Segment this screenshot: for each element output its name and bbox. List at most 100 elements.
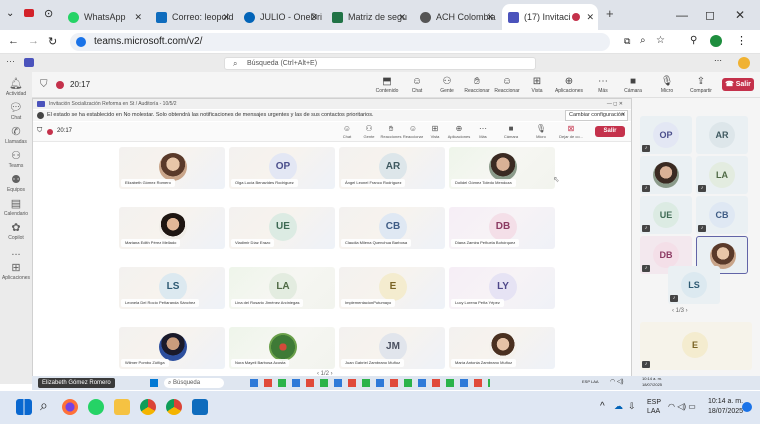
participant-tile[interactable]: Elizabeth Gómez Romero <box>119 147 225 189</box>
lang-region[interactable]: LAA <box>647 408 660 415</box>
minimize-button[interactable]: — <box>676 8 688 22</box>
user-avatar[interactable] <box>738 57 750 69</box>
toolbar-people[interactable]: ⚇ Gente <box>432 75 462 94</box>
maximize-button[interactable]: ◻ <box>705 8 715 22</box>
side-tile[interactable]: OP ♪ <box>640 116 692 154</box>
search-icon[interactable]: ⌕ <box>40 397 48 414</box>
profile-avatar[interactable] <box>710 35 722 47</box>
participant-tile[interactable]: LY Lucy Lorena Peña Yépez <box>449 267 555 309</box>
participant-tile[interactable]: DB Diana Zamira Peñuela Bohórquez <box>449 207 555 249</box>
remote-search-box[interactable]: ⌕ Búsqueda <box>164 378 224 388</box>
close-icon[interactable]: ✕ <box>134 4 142 30</box>
rail-item-calls[interactable]: ✆ Llamadas <box>0 126 32 145</box>
toolbar-react[interactable]: ☺ Reaccionar <box>492 75 522 94</box>
participant-tile[interactable]: Wilmer Pombo Zúñiga <box>119 327 225 369</box>
forward-icon[interactable]: → <box>28 35 39 47</box>
rail-item-copilot[interactable]: ✿ Copilot <box>0 222 32 241</box>
rail-item-groups[interactable]: ⚉ Equipos <box>0 174 32 193</box>
toolbar-content[interactable]: ⬒ Contenido <box>372 75 402 94</box>
clock-time[interactable]: 10:14 a. m. <box>708 398 743 405</box>
participant-tile[interactable]: OP Olga Lucía Benavides Rodríguez <box>229 147 335 189</box>
close-icon[interactable]: ✕ <box>310 4 318 30</box>
menu-icon[interactable]: ⋮ <box>736 34 747 47</box>
toolbar-raise-hand[interactable]: ✋︎ Reaccionar <box>462 75 492 94</box>
bookmark-star-icon[interactable]: ☆ <box>656 35 665 46</box>
close-icon[interactable]: ✕ <box>398 4 406 30</box>
tab-outlook[interactable]: Correo: leopold ✕ <box>150 4 234 30</box>
tab-onedrive[interactable]: JULIO - OneDri ✕ <box>238 4 322 30</box>
side-pager[interactable]: ‹ 1/3 › <box>672 308 688 314</box>
close-icon[interactable]: ✕ <box>222 4 230 30</box>
side-tile[interactable]: ♪ <box>640 156 692 194</box>
tab-teams-invitation[interactable]: (17) Invitaci ✕ <box>502 4 598 30</box>
more-options-icon[interactable]: ⋯ <box>714 56 722 65</box>
toolbar-mic[interactable]: 🎙︎ Micro <box>652 75 682 94</box>
tab-search-icon[interactable]: ⌄ <box>6 8 14 19</box>
chrome-profile-icon[interactable] <box>166 399 182 415</box>
show-hidden-icons[interactable]: ^ <box>600 401 605 412</box>
close-icon[interactable]: ✕ <box>586 4 594 30</box>
itool-apps[interactable]: ⊕ Aplicaciones <box>447 124 471 139</box>
itool-people[interactable]: ⚇ Gente <box>357 124 381 139</box>
app-launcher-icon[interactable]: ⋯ <box>6 56 15 67</box>
lang-code[interactable]: ESP <box>647 399 661 406</box>
tab-excel[interactable]: Matriz de segu ✕ <box>326 4 410 30</box>
side-tile[interactable]: CB ♪ <box>696 196 748 234</box>
clock-date[interactable]: 18/07/2025 <box>708 408 743 415</box>
toolbar-camera[interactable]: ■ Cámara <box>618 75 648 94</box>
pinned-tab-icon[interactable] <box>24 9 34 17</box>
firefox-icon[interactable] <box>62 399 78 415</box>
participant-tile[interactable]: LS Leonela Del Rocío Peñaranda Sánchez <box>119 267 225 309</box>
close-window-button[interactable]: ✕ <box>735 8 745 22</box>
itool-mic[interactable]: 🎙︎ Micro <box>529 124 553 139</box>
toolbar-view[interactable]: ⊞ Vista <box>522 75 552 94</box>
teams-search-input[interactable]: ⌕ Búsqueda (Ctrl+Alt+E) <box>224 57 536 70</box>
itool-chat[interactable]: ☺ Chat <box>335 124 359 139</box>
itool-react[interactable]: ☺ Reaccionar <box>401 124 425 139</box>
toolbar-more[interactable]: ⋯ Más <box>588 75 618 94</box>
participant-tile[interactable]: JM Juan Gabriel Zambrano Muñoz <box>339 327 445 369</box>
participant-tile[interactable]: AR Ángel Leonel Franco Rodríguez <box>339 147 445 189</box>
whatsapp-icon[interactable] <box>88 399 104 415</box>
reload-icon[interactable]: ↻ <box>48 35 57 48</box>
window-controls-icon[interactable]: — ◻ ✕ <box>607 99 623 109</box>
outlook-icon[interactable] <box>192 399 208 415</box>
participant-tile[interactable]: Dolidel Gómez Toledo Mendoza <box>449 147 555 189</box>
side-tile[interactable]: LS ♪ <box>668 266 720 304</box>
leave-button[interactable]: ☎︎ Salir <box>722 78 754 91</box>
change-settings-button[interactable]: Cambiar configuración <box>565 110 629 121</box>
participant-tile[interactable]: CB Claudia Milena Quenchua Barbosa <box>339 207 445 249</box>
tab-whatsapp[interactable]: WhatsApp ✕ <box>62 4 146 30</box>
itool-camera[interactable]: ■ Cámara <box>499 124 523 139</box>
new-tab-button[interactable]: + <box>606 6 614 21</box>
side-tile[interactable]: LA ♪ <box>696 156 748 194</box>
toolbar-chat[interactable]: ☺ Chat <box>402 75 432 94</box>
url-input[interactable]: teams.microsoft.com/v2/ <box>70 33 610 51</box>
back-icon[interactable]: ← <box>8 35 19 47</box>
file-explorer-icon[interactable] <box>114 399 130 415</box>
side-tile[interactable]: UE ♪ <box>640 196 692 234</box>
pinned-tab-github-icon[interactable]: ⊙ <box>44 7 53 20</box>
itool-reactions[interactable]: ✋︎ Reacciones <box>379 124 403 139</box>
rail-item-calendar[interactable]: ▤ Calendario <box>0 198 32 217</box>
side-tile[interactable]: AR <box>696 116 748 154</box>
inner-leave-button[interactable]: Salir <box>595 126 625 137</box>
chrome-icon[interactable] <box>140 399 156 415</box>
participant-tile[interactable]: UE Vladimir Díaz Erazo <box>229 207 335 249</box>
rail-item-more[interactable]: ... <box>0 246 32 259</box>
itool-stop-share[interactable]: ⊠ Dejar de co... <box>559 124 583 139</box>
toolbar-apps[interactable]: ⊕ Aplicaciones <box>554 75 584 94</box>
rail-item-chat[interactable]: 💬︎ Chat <box>0 102 32 121</box>
participant-tile[interactable]: E ImplementacionPutumayo <box>339 267 445 309</box>
close-notice-icon[interactable]: ✕ <box>621 110 626 121</box>
participant-tile[interactable]: LA Lina del Rosario Jiménez Arciniegas <box>229 267 335 309</box>
site-info-icon[interactable] <box>76 37 86 47</box>
participant-tile[interactable]: María Antonia Zambrano Muñoz <box>449 327 555 369</box>
tab-ach[interactable]: ACH Colombia ✕ <box>414 4 498 30</box>
rail-item-teams[interactable]: ⚇ Teams <box>0 150 32 169</box>
side-tile[interactable]: E ♪ <box>640 322 752 370</box>
windows-start-icon[interactable] <box>150 379 158 387</box>
itool-view[interactable]: ⊞ Vista <box>423 124 447 139</box>
participant-tile[interactable]: Mariana Edith Pérez Mellado <box>119 207 225 249</box>
install-icon[interactable]: ⧉ <box>624 36 630 47</box>
